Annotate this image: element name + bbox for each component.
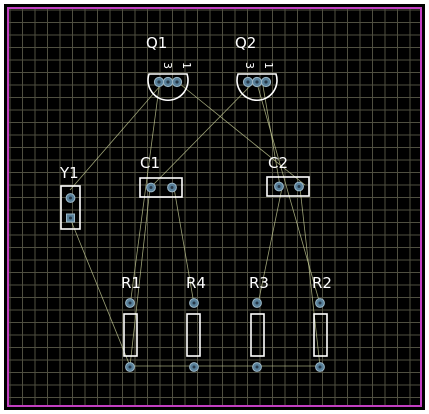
r2-pad-hole [318, 365, 322, 369]
r2-designator: R2 [312, 274, 332, 292]
q1-pad-hole [157, 80, 161, 84]
r1-pad-hole [128, 301, 132, 305]
q2-pad-hole [255, 80, 259, 84]
board-background [4, 4, 425, 410]
q2-pad-hole [264, 80, 268, 84]
r1-pad-hole [128, 365, 132, 369]
y1-pad-hole [69, 216, 72, 220]
r3-designator: R3 [249, 274, 269, 292]
q1-pad-hole [175, 80, 179, 84]
c2-designator: C2 [268, 154, 288, 172]
r4-designator: R4 [186, 274, 206, 292]
c2-pad-hole [277, 185, 281, 188]
q2-designator: Q2 [235, 34, 256, 52]
q1-designator: Q1 [146, 34, 167, 52]
r4-pad-hole [192, 365, 196, 369]
r2-pad-hole [318, 301, 322, 305]
c1-designator: C1 [140, 154, 160, 172]
y1-pad-hole [69, 196, 72, 200]
q1-pad-hole [166, 80, 170, 84]
r3-pad-hole [255, 365, 259, 369]
y1-designator: Y1 [59, 164, 79, 182]
pcb-layout-canvas[interactable]: Q1 3 1 Q2 3 1 C1 C2 Y1 R1 R4 R3 R2 [0, 0, 429, 414]
q2-pad-hole [246, 80, 250, 84]
r1-designator: R1 [121, 274, 141, 292]
q1-pin1-label: 1 [180, 62, 193, 69]
c1-pad-hole [170, 186, 174, 189]
r3-pad-hole [255, 301, 259, 305]
q2-pin3-label: 3 [243, 62, 256, 69]
c1-pad-hole [149, 186, 153, 189]
r4-pad-hole [192, 301, 196, 305]
q1-pin3-label: 3 [161, 62, 174, 69]
c2-pad-hole [297, 185, 301, 188]
q2-pin1-label: 1 [262, 62, 275, 69]
